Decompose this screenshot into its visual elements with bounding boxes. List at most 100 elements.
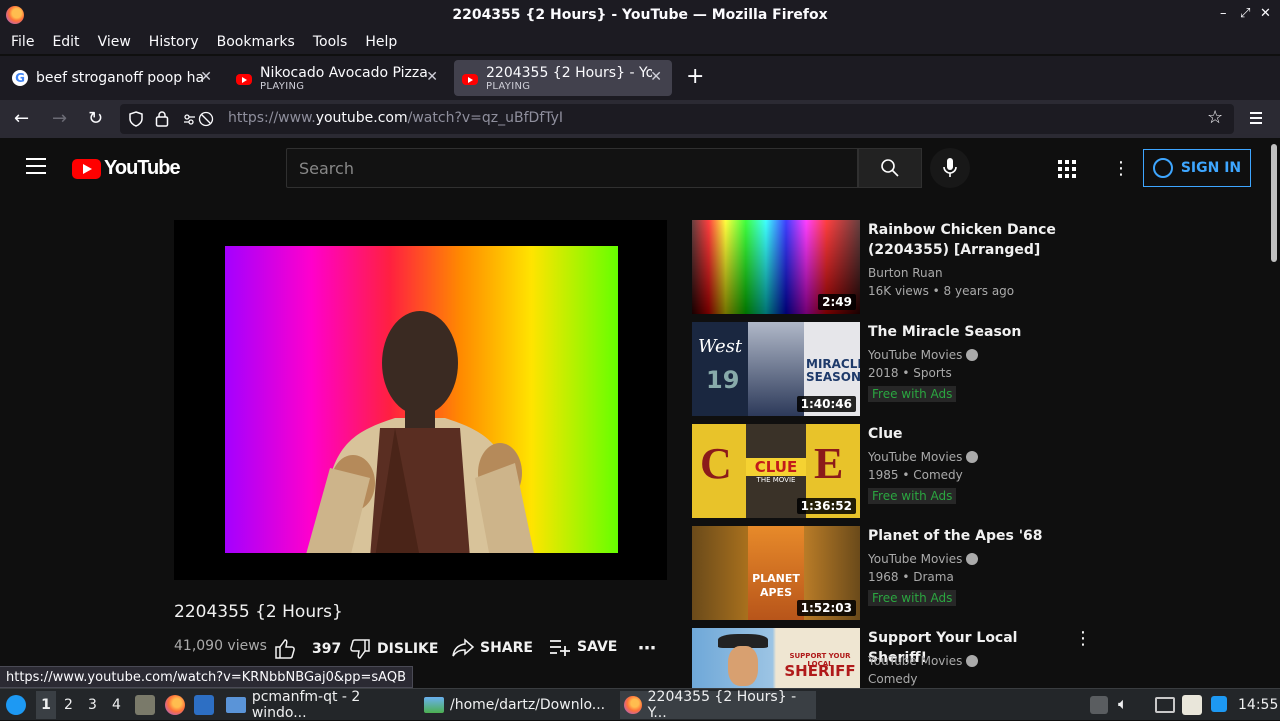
video-thumbnail[interactable]: PLANET APES 1:52:03 bbox=[692, 526, 860, 620]
file-manager-launcher-icon[interactable] bbox=[135, 695, 155, 715]
settings-more-icon[interactable]: ⋮ bbox=[1112, 158, 1130, 179]
clock[interactable]: 14:55 bbox=[1238, 697, 1278, 713]
permissions-icon[interactable] bbox=[182, 111, 214, 127]
shield-icon[interactable] bbox=[128, 111, 144, 127]
taskbar-task-pcmanfm[interactable]: pcmanfm-qt - 2 windo... bbox=[222, 689, 418, 721]
share-button[interactable]: SHARE bbox=[452, 638, 533, 658]
duration-badge: 2:49 bbox=[818, 294, 856, 310]
firefox-launcher-icon[interactable] bbox=[165, 695, 185, 715]
display-icon[interactable] bbox=[1155, 697, 1175, 713]
menu-file[interactable]: File bbox=[4, 34, 45, 50]
desktop-2[interactable]: 2 bbox=[64, 697, 73, 713]
more-actions-icon[interactable]: ⋯ bbox=[638, 638, 656, 659]
dancing-man-image bbox=[306, 311, 534, 553]
hamburger-menu-icon[interactable] bbox=[1250, 112, 1262, 124]
search-input[interactable]: Search bbox=[286, 148, 858, 188]
maximize-button[interactable]: ⤢ bbox=[1240, 6, 1250, 21]
volume-icon[interactable]: 🔈︎ bbox=[1118, 694, 1128, 714]
recommendation-item[interactable]: West 19 MIRACLE SEASON 1:40:46 The Mirac… bbox=[692, 322, 1092, 418]
tray-collapse-icon[interactable] bbox=[1090, 696, 1108, 714]
menu-help[interactable]: Help bbox=[358, 34, 408, 50]
updates-icon[interactable] bbox=[1211, 696, 1227, 712]
video-frame[interactable] bbox=[225, 246, 618, 553]
action-menu-icon[interactable]: ⋮ bbox=[1074, 628, 1092, 649]
search-button[interactable] bbox=[858, 148, 922, 188]
tab-current-video[interactable]: 2204355 {2 Hours} - You PLAYING ✕ bbox=[454, 60, 672, 96]
url-bar[interactable]: https://www.youtube.com/watch?v=qz_uBfDf… bbox=[120, 104, 1234, 134]
menu-bookmarks[interactable]: Bookmarks bbox=[210, 34, 306, 50]
search-placeholder: Search bbox=[299, 159, 354, 178]
recommendation-item[interactable]: 2:49 Rainbow Chicken Dance (2204355) [Ar… bbox=[692, 220, 1092, 316]
close-tab-icon[interactable]: ✕ bbox=[426, 69, 438, 85]
channel-name[interactable]: YouTube Movies bbox=[868, 448, 979, 466]
recommendation-title[interactable]: The Miracle Season bbox=[868, 322, 1068, 342]
video-thumbnail[interactable]: West 19 MIRACLE SEASON 1:40:46 bbox=[692, 322, 860, 416]
verified-check-icon bbox=[966, 349, 979, 361]
recommendation-item[interactable]: C E CLUE THE MOVIE 1:36:52 Clue YouTube … bbox=[692, 424, 1092, 520]
dislike-button[interactable]: DISLIKE bbox=[349, 638, 438, 660]
tab-title: Nikocado Avocado Pizza bbox=[260, 64, 428, 81]
window-titlebar: 2204355 {2 Hours} - YouTube — Mozilla Fi… bbox=[0, 0, 1280, 30]
close-window-button[interactable]: ✕ bbox=[1260, 6, 1271, 21]
sign-in-button[interactable]: SIGN IN bbox=[1143, 149, 1251, 187]
apps-grid-icon[interactable] bbox=[1058, 160, 1076, 178]
channel-name[interactable]: YouTube Movies bbox=[868, 550, 979, 568]
thumbnail-text: E bbox=[814, 439, 844, 488]
lock-icon[interactable] bbox=[155, 110, 169, 127]
reload-icon[interactable]: ↻ bbox=[88, 108, 103, 129]
taskbar-task-image-viewer[interactable]: /home/dartz/Downlo... bbox=[420, 691, 616, 719]
start-menu-icon[interactable] bbox=[6, 695, 26, 715]
desktop-1[interactable]: 1 bbox=[36, 691, 56, 719]
video-thumbnail[interactable]: C E CLUE THE MOVIE 1:36:52 bbox=[692, 424, 860, 518]
desktop-4[interactable]: 4 bbox=[112, 697, 121, 713]
new-tab-button[interactable]: + bbox=[686, 64, 704, 89]
tab-beef-stroganoff[interactable]: G beef stroganoff poop har ✕ bbox=[4, 60, 222, 96]
close-tab-icon[interactable]: ✕ bbox=[650, 69, 662, 85]
tab-nikocado[interactable]: Nikocado Avocado Pizza PLAYING ✕ bbox=[228, 60, 448, 96]
bookmark-star-icon[interactable]: ☆ bbox=[1207, 107, 1223, 128]
channel-name[interactable]: Burton Ruan bbox=[868, 264, 943, 282]
recommendation-title[interactable]: Rainbow Chicken Dance (2204355) [Arrange… bbox=[868, 220, 1068, 260]
back-arrow-icon[interactable]: ← bbox=[14, 108, 29, 129]
like-button[interactable]: 397 bbox=[274, 638, 341, 660]
tab-status: PLAYING bbox=[260, 80, 305, 92]
menu-history[interactable]: History bbox=[142, 34, 210, 50]
menu-view[interactable]: View bbox=[91, 34, 142, 50]
duration-badge: 1:36:52 bbox=[796, 498, 856, 514]
video-player[interactable] bbox=[174, 220, 667, 580]
clipboard-icon[interactable] bbox=[1182, 695, 1202, 715]
duration-badge: 1:52:03 bbox=[796, 600, 856, 616]
tab-strip: G beef stroganoff poop har ✕ Nikocado Av… bbox=[0, 56, 1280, 100]
recommendation-item[interactable]: PLANET APES 1:52:03 Planet of the Apes '… bbox=[692, 526, 1092, 622]
desktop-launcher-icon[interactable] bbox=[194, 695, 214, 715]
menu-tools[interactable]: Tools bbox=[306, 34, 359, 50]
video-thumbnail[interactable]: 2:49 bbox=[692, 220, 860, 314]
desktop-3[interactable]: 3 bbox=[88, 697, 97, 713]
minimize-button[interactable]: – bbox=[1220, 6, 1227, 21]
channel-name[interactable]: YouTube Movies bbox=[868, 652, 979, 670]
thumbnail-text: THE MOVIE bbox=[756, 476, 796, 484]
menu-edit[interactable]: Edit bbox=[45, 34, 90, 50]
url-text[interactable]: https://www.youtube.com/watch?v=qz_uBfDf… bbox=[228, 110, 563, 126]
close-tab-icon[interactable]: ✕ bbox=[200, 69, 212, 85]
guide-menu-icon[interactable] bbox=[26, 158, 46, 179]
voice-search-button[interactable] bbox=[930, 148, 970, 188]
window-title: 2204355 {2 Hours} - YouTube — Mozilla Fi… bbox=[452, 7, 828, 23]
youtube-logo[interactable]: YouTube bbox=[72, 157, 181, 180]
forward-arrow-icon[interactable]: → bbox=[52, 108, 67, 129]
verified-check-icon bbox=[966, 655, 979, 667]
recommendation-title[interactable]: Clue bbox=[868, 424, 1068, 444]
taskbar-task-firefox[interactable]: 2204355 {2 Hours} - Y... bbox=[620, 689, 816, 721]
scrollbar-thumb[interactable] bbox=[1271, 144, 1277, 262]
taskbar: 1 2 3 4 pcmanfm-qt - 2 windo... /home/da… bbox=[0, 688, 1280, 721]
firefox-icon bbox=[6, 6, 24, 24]
youtube-favicon bbox=[462, 73, 478, 85]
thumbs-up-icon bbox=[275, 639, 295, 659]
thumbnail-text: West bbox=[698, 336, 743, 357]
recommendation-item[interactable]: SUPPORT YOUR LOCAL SHERIFF Support Your … bbox=[692, 628, 1092, 688]
recommendation-title[interactable]: Planet of the Apes '68 bbox=[868, 526, 1068, 546]
view-count: 41,090 views bbox=[174, 638, 267, 654]
save-button[interactable]: SAVE bbox=[549, 638, 617, 656]
channel-name[interactable]: YouTube Movies bbox=[868, 346, 979, 364]
video-thumbnail[interactable]: SUPPORT YOUR LOCAL SHERIFF bbox=[692, 628, 860, 688]
